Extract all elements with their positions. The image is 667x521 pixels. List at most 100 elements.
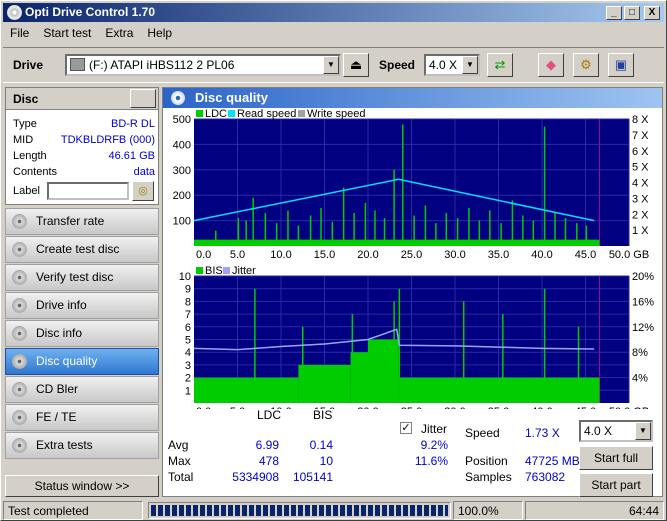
stats-area: LDC BIS ✓ Jitter Avg Max Total 6.99 478 …	[163, 406, 662, 497]
nav-drive-info[interactable]: Drive info	[5, 292, 159, 319]
disc-icon	[12, 214, 27, 229]
start-part-button[interactable]: Start part	[579, 473, 653, 497]
x-tick-label: 45.0	[575, 249, 596, 261]
refresh-button[interactable]: ⇄	[487, 53, 513, 77]
nav-disc-info[interactable]: Disc info	[5, 320, 159, 347]
col-ldc-header: LDC	[257, 408, 282, 422]
bis-level-bar	[398, 377, 600, 403]
disc-length-value: 46.61 GB	[108, 150, 155, 162]
legend-swatch-ldc	[196, 110, 203, 117]
samples-value: 763082	[525, 470, 566, 484]
menu-start-test[interactable]: Start test	[36, 23, 98, 43]
x-tick-label: 0.0	[196, 249, 211, 261]
menu-help[interactable]: Help	[140, 23, 179, 43]
x-tick-label: 10.0	[270, 249, 291, 261]
disc-panel-button[interactable]	[130, 89, 156, 108]
settings-button[interactable]: ⚙	[573, 53, 599, 77]
disc-label-button[interactable]: ◎	[132, 181, 154, 201]
disc-icon	[12, 410, 27, 425]
disc-panel: Disc Type BD-R DL MID TDKBLDRFB (000) Leng…	[5, 87, 159, 205]
speed-select[interactable]: 4.0 X ▼	[424, 54, 480, 76]
max-bis: 10	[319, 454, 333, 468]
nav-verify-test-disc[interactable]: Verify test disc	[5, 264, 159, 291]
y2-tick-label: 16%	[632, 296, 654, 308]
nav-cd-bler[interactable]: CD Bler	[5, 376, 159, 403]
disc-icon	[171, 91, 185, 105]
chevron-down-icon[interactable]: ▼	[635, 422, 651, 440]
x-tick-label: 15.0	[314, 249, 335, 261]
nav-disc-quality[interactable]: Disc quality	[5, 348, 159, 375]
total-bis: 105141	[292, 470, 333, 484]
chevron-down-icon[interactable]: ▼	[462, 56, 478, 74]
test-speed-select[interactable]: 4.0 X ▼	[579, 420, 653, 442]
y2-tick-label: 4 X	[632, 178, 649, 190]
x-tick-label: 25.0	[401, 249, 422, 261]
y2-tick-label: 7 X	[632, 130, 649, 142]
y2-tick-label: 1 X	[632, 225, 649, 237]
close-button[interactable]: X	[644, 6, 660, 20]
x-tick-label: 35.0	[488, 249, 509, 261]
save-button[interactable]: ▣	[608, 53, 634, 77]
avg-label: Avg	[168, 438, 189, 452]
speed-label: Speed	[379, 58, 416, 72]
nav-list: Transfer rate Create test disc Verify te…	[5, 208, 159, 460]
speed-label: Speed	[465, 426, 500, 440]
disc-panel-header: Disc	[6, 88, 158, 110]
disc-mid-label: MID	[13, 134, 34, 146]
x-tick-label: 20.0	[357, 249, 378, 261]
nav-create-test-disc[interactable]: Create test disc	[5, 236, 159, 263]
ldc-baseline-bar	[194, 239, 600, 246]
start-full-button[interactable]: Start full	[579, 446, 653, 470]
drive-select[interactable]: (F:) ATAPI iHBS112 2 PL06 ▼	[65, 54, 341, 76]
maximize-button[interactable]: □	[624, 6, 640, 20]
legend-label-jitter: Jitter	[232, 265, 256, 277]
disc-icon	[12, 382, 27, 397]
tools-icon: ⚙	[580, 57, 592, 72]
app-disc-icon	[7, 5, 22, 20]
menu-extra[interactable]: Extra	[98, 23, 140, 43]
x-tick-label: 50.0 GB	[609, 249, 649, 261]
nav-label: Transfer rate	[36, 214, 105, 228]
panel-header: Disc quality	[163, 88, 662, 108]
eject-button[interactable]: ⏏	[343, 53, 369, 77]
menu-file[interactable]: File	[3, 23, 36, 43]
y2-tick-label: 20%	[632, 271, 654, 283]
y2-tick-label: 4%	[632, 373, 648, 385]
refresh-icon: ⇄	[494, 57, 506, 72]
legend-swatch-bis	[196, 267, 203, 274]
nav-label: Verify test disc	[36, 270, 114, 284]
chevron-down-icon[interactable]: ▼	[323, 56, 339, 74]
jitter-checkbox[interactable]: ✓	[400, 422, 412, 434]
disc-row-contents: Contents data	[13, 166, 155, 180]
bis-level-bar	[194, 377, 299, 403]
nav-label: FE / TE	[36, 410, 77, 424]
minimize-button[interactable]: _	[606, 6, 622, 20]
nav-transfer-rate[interactable]: Transfer rate	[5, 208, 159, 235]
x-tick-label: 40.0	[531, 249, 552, 261]
test-speed-value: 4.0 X	[584, 424, 613, 438]
y-tick-label: 4	[185, 347, 191, 359]
status-window-button[interactable]: Status window >>	[5, 475, 159, 497]
elapsed-time: 64:44	[525, 501, 664, 520]
drive-label: Drive	[13, 58, 44, 72]
nav-extra-tests[interactable]: Extra tests	[5, 432, 159, 459]
disc-row-length: Length 46.61 GB	[13, 150, 155, 164]
progress-text: 100.0%	[453, 501, 523, 520]
legend-swatch-write	[298, 110, 305, 117]
progress-bar	[148, 502, 451, 519]
disc-row-mid: MID TDKBLDRFB (000)	[13, 134, 155, 148]
bis-level-bar	[350, 352, 368, 403]
bis-level-bar	[298, 364, 351, 403]
nav-fe-te[interactable]: FE / TE	[5, 404, 159, 431]
y-tick-label: 8	[185, 296, 191, 308]
disc-label-input[interactable]	[47, 182, 129, 200]
nav-label: Disc info	[36, 326, 83, 340]
status-bar: Test completed 100.0% 64:44	[3, 501, 664, 520]
disc-contents-value: data	[133, 166, 155, 178]
y-tick-label: 7	[185, 309, 191, 321]
position-value: 47725 MB	[525, 454, 580, 468]
y-tick-label: 1	[185, 385, 191, 397]
status-text: Test completed	[3, 501, 143, 520]
erase-button[interactable]: ◆	[538, 53, 564, 77]
y-tick-label: 9	[185, 284, 191, 296]
